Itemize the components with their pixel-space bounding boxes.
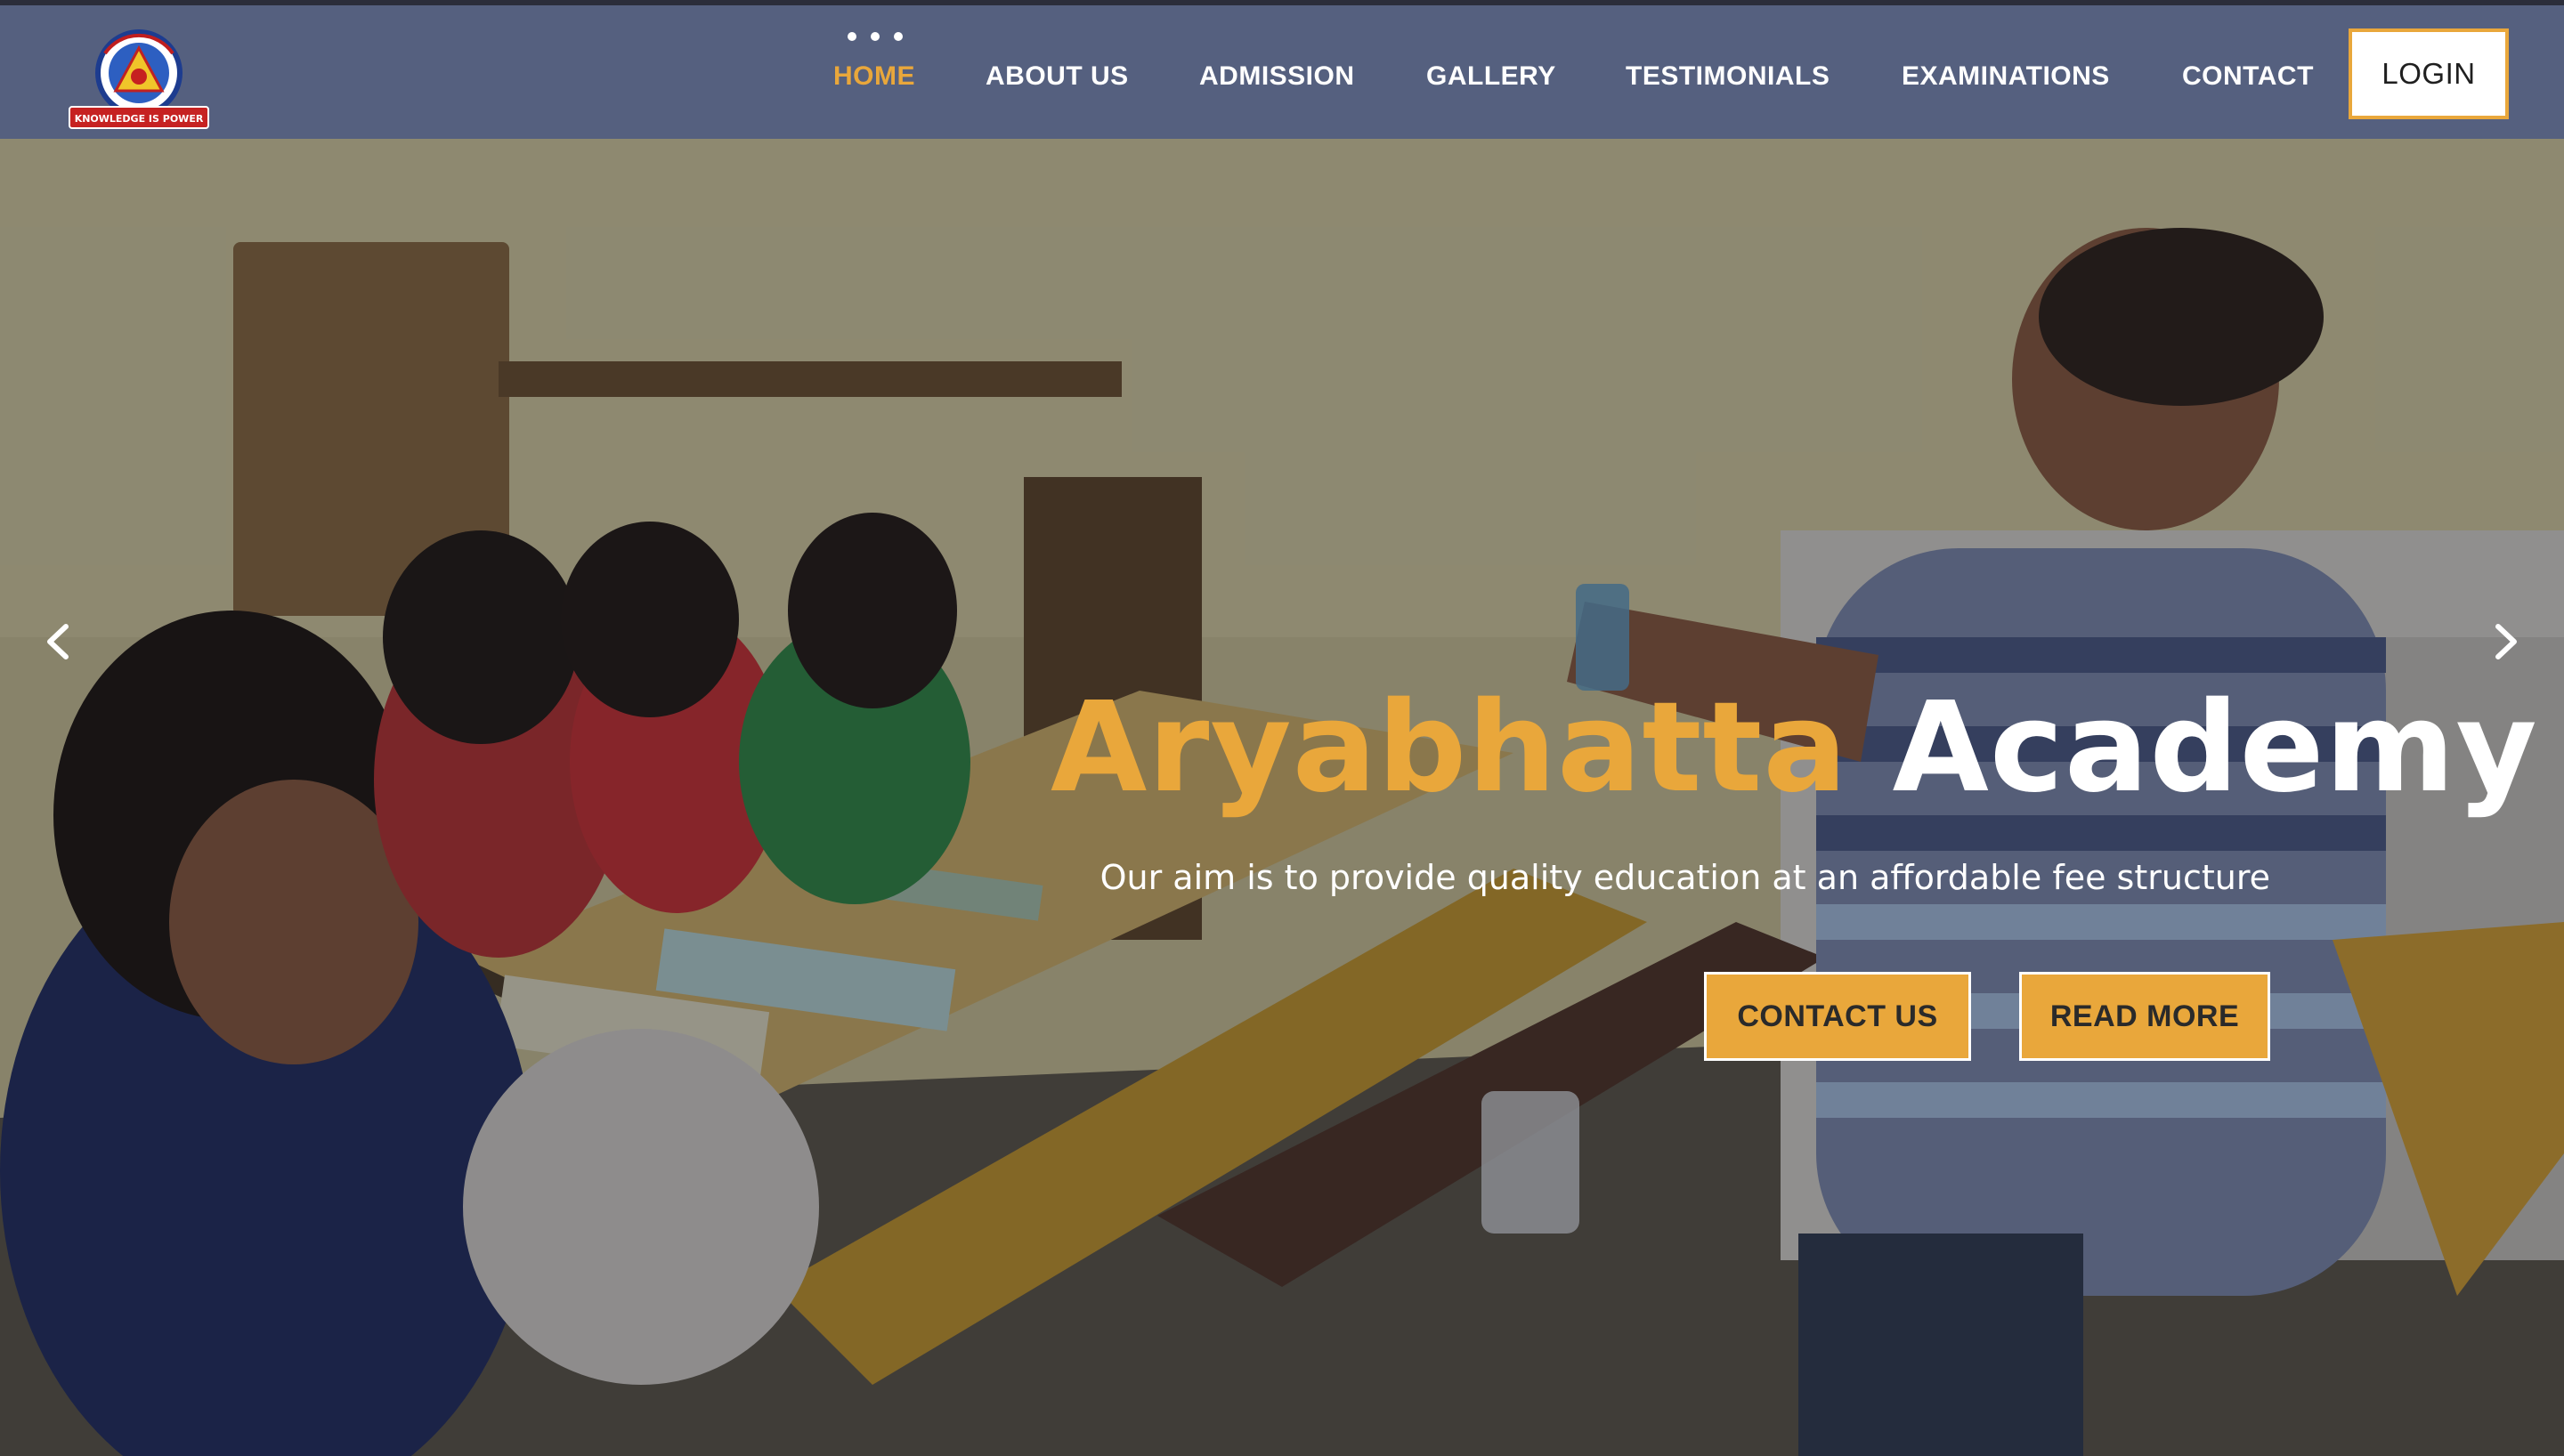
hero-slider: Aryabhatta Academy Our aim is to provide… (0, 139, 2564, 1456)
hero-title-accent: Aryabhatta (1051, 675, 1848, 821)
nav-item-about-us[interactable]: ABOUT US (986, 57, 1129, 96)
logo[interactable]: KNOWLEDGE IS POWER (61, 28, 217, 133)
page: KNOWLEDGE IS POWER HOME ABOUT US ADMISSI… (0, 0, 2564, 1456)
read-more-button[interactable]: READ MORE (2019, 972, 2270, 1061)
hero-title: Aryabhatta Academy (1051, 673, 2537, 824)
nav-item-home[interactable]: HOME (833, 57, 915, 96)
aryabhatta-academy-logo-icon: KNOWLEDGE IS POWER (69, 29, 209, 129)
nav-item-admission[interactable]: ADMISSION (1199, 57, 1355, 96)
active-indicator-dots-icon (848, 32, 903, 41)
nav-item-gallery[interactable]: GALLERY (1426, 57, 1556, 96)
navbar: KNOWLEDGE IS POWER HOME ABOUT US ADMISSI… (0, 5, 2564, 139)
hero-subtitle: Our aim is to provide quality education … (1099, 858, 2270, 897)
nav-item-contact[interactable]: CONTACT (2182, 57, 2314, 96)
logo-motto: KNOWLEDGE IS POWER (75, 113, 204, 125)
chevron-right-icon[interactable] (2475, 602, 2537, 682)
nav-item-testimonials[interactable]: TESTIMONIALS (1626, 57, 1830, 96)
login-button[interactable]: LOGIN (2349, 28, 2509, 119)
hero-title-rest: Academy (1892, 675, 2538, 821)
contact-us-button[interactable]: CONTACT US (1704, 972, 1971, 1061)
nav-item-examinations[interactable]: EXAMINATIONS (1902, 57, 2110, 96)
chevron-left-icon[interactable] (27, 602, 89, 682)
